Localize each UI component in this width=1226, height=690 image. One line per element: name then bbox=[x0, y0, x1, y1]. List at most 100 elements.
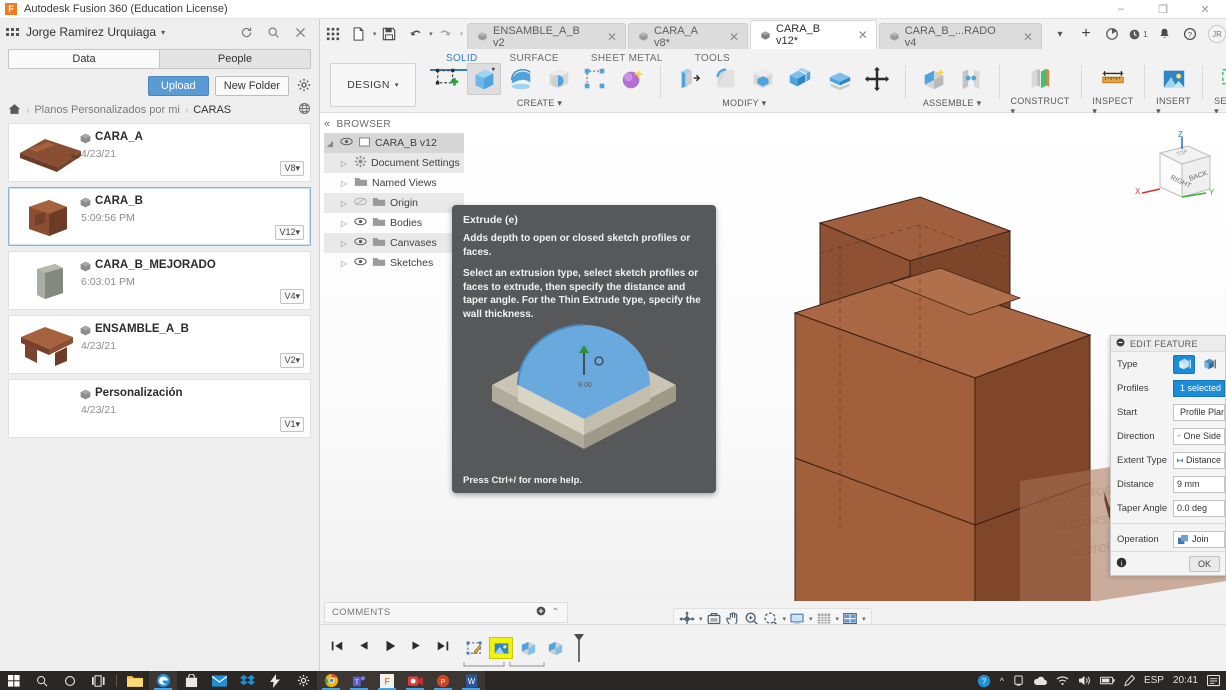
expand-arrow-icon[interactable]: ▷ bbox=[338, 179, 350, 188]
expand-arrow-icon[interactable]: ▷ bbox=[338, 219, 350, 228]
browser-row-sketches[interactable]: ▷ Sketches bbox=[324, 253, 464, 273]
pen-icon[interactable] bbox=[1124, 675, 1135, 687]
pattern-icon[interactable] bbox=[578, 63, 612, 95]
bell-icon[interactable] bbox=[1152, 22, 1176, 46]
expand-arrow-icon[interactable]: ▷ bbox=[338, 159, 350, 168]
expand-arrow-icon[interactable]: ▷ bbox=[338, 239, 350, 248]
fillet-icon[interactable] bbox=[709, 63, 743, 95]
save-icon[interactable] bbox=[376, 21, 402, 47]
action-center-icon[interactable] bbox=[1207, 675, 1220, 687]
help-icon[interactable]: ? bbox=[977, 674, 991, 688]
language-indicator[interactable]: ESP bbox=[1144, 675, 1164, 686]
notifications-icon[interactable]: 1 bbox=[1126, 22, 1150, 46]
timeline-feature-extrude-1[interactable] bbox=[516, 637, 540, 659]
revolve-icon[interactable] bbox=[504, 63, 538, 95]
browser-row-origin[interactable]: ▷ Origin bbox=[324, 193, 464, 213]
combine-icon[interactable] bbox=[783, 63, 817, 95]
mail-icon[interactable] bbox=[205, 671, 233, 690]
extent-type-dropdown[interactable]: Distance bbox=[1173, 452, 1225, 469]
tab-data[interactable]: Data bbox=[9, 50, 159, 68]
browser-root-row[interactable]: ◢ CARA_B v12 bbox=[324, 133, 464, 153]
collapse-icon[interactable] bbox=[1116, 338, 1125, 349]
onedrive-icon[interactable] bbox=[1033, 676, 1047, 686]
chevron-up-icon[interactable]: ^ bbox=[1000, 676, 1004, 686]
job-status-icon[interactable] bbox=[1100, 22, 1124, 46]
extrude-type-solid-icon[interactable] bbox=[1173, 355, 1195, 374]
visibility-icon[interactable] bbox=[354, 217, 368, 229]
app-grid-icon[interactable] bbox=[320, 21, 346, 47]
go-to-beginning-icon[interactable] bbox=[330, 639, 344, 658]
step-back-icon[interactable] bbox=[357, 639, 370, 657]
battery-icon[interactable] bbox=[1100, 676, 1115, 685]
search-icon[interactable] bbox=[267, 26, 280, 39]
close-icon[interactable]: ✕ bbox=[1023, 30, 1033, 44]
direction-dropdown[interactable]: One Side bbox=[1173, 428, 1225, 445]
move-copy-icon[interactable] bbox=[860, 63, 894, 95]
close-icon[interactable]: ✕ bbox=[858, 28, 868, 42]
chevron-down-icon[interactable]: ▾ bbox=[161, 28, 165, 37]
browser-row-named-views[interactable]: ▷ Named Views bbox=[324, 173, 464, 193]
chevron-down-icon[interactable]: ▾ bbox=[809, 615, 813, 623]
comments-bar[interactable]: COMMENTS ⌃ bbox=[324, 602, 568, 623]
breadcrumb-item-folder[interactable]: Planos Personalizados por mi bbox=[34, 104, 180, 116]
insert-image-icon[interactable] bbox=[1157, 63, 1191, 95]
undo-icon[interactable] bbox=[402, 21, 428, 47]
sweep-icon[interactable] bbox=[541, 63, 575, 95]
close-icon[interactable]: ✕ bbox=[607, 30, 617, 44]
browser-row-document-settings[interactable]: ▷ Document Settings bbox=[324, 153, 464, 173]
go-to-end-icon[interactable] bbox=[436, 639, 450, 658]
home-icon[interactable] bbox=[8, 103, 21, 118]
offset-face-icon[interactable] bbox=[823, 63, 857, 95]
device-icon[interactable] bbox=[1013, 675, 1024, 687]
chevron-down-icon[interactable]: ▾ bbox=[862, 615, 866, 623]
offset-plane-icon[interactable] bbox=[1023, 63, 1057, 95]
start-icon[interactable] bbox=[0, 671, 28, 690]
version-badge[interactable]: V4▾ bbox=[280, 289, 304, 304]
timeline-marker[interactable] bbox=[572, 632, 586, 664]
ok-button[interactable]: OK bbox=[1189, 556, 1220, 572]
workspace-selector[interactable]: DESIGN ▾ bbox=[330, 63, 416, 107]
expand-arrow-icon[interactable]: ▷ bbox=[338, 199, 350, 208]
3d-viewport[interactable]: VECTORSTOCK VECTORSTOCK VECTORSTOCK bbox=[320, 113, 1226, 601]
operation-dropdown[interactable]: Join bbox=[1173, 531, 1225, 548]
version-badge[interactable]: V1▾ bbox=[280, 417, 304, 432]
cortana-icon[interactable] bbox=[56, 671, 84, 690]
profiles-selection-field[interactable]: 1 selected bbox=[1173, 380, 1225, 397]
list-item[interactable]: ENSAMBLE_A_B 4/23/21 V2▾ bbox=[8, 315, 311, 374]
press-pull-icon[interactable] bbox=[672, 63, 706, 95]
new-folder-button[interactable]: New Folder bbox=[215, 76, 289, 96]
start-dropdown[interactable]: Profile Plane bbox=[1173, 404, 1225, 421]
refresh-icon[interactable] bbox=[240, 26, 253, 39]
list-item[interactable]: Personalización 4/23/21 V1▾ bbox=[8, 379, 311, 438]
chevron-down-icon[interactable]: ▾ bbox=[699, 615, 703, 623]
document-tab-active[interactable]: CARA_B v12* ✕ bbox=[750, 20, 877, 49]
list-item[interactable]: CARA_B 5:09:56 PM V12▾ bbox=[8, 187, 311, 246]
globe-icon[interactable] bbox=[298, 102, 311, 118]
browser-row-canvases[interactable]: ▷ Canvases bbox=[324, 233, 464, 253]
user-name[interactable]: Jorge Ramirez Urquiaga bbox=[26, 25, 156, 39]
word-icon[interactable]: W bbox=[457, 671, 485, 690]
volume-icon[interactable] bbox=[1078, 675, 1091, 686]
wifi-icon[interactable] bbox=[1056, 675, 1069, 686]
expand-arrow-icon[interactable]: ▷ bbox=[338, 259, 350, 268]
timeline-feature-extrude-2[interactable] bbox=[543, 637, 567, 659]
teams-icon[interactable]: T bbox=[345, 671, 373, 690]
list-item[interactable]: CARA_A 4/23/21 V8▾ bbox=[8, 123, 311, 182]
clock[interactable]: 20:41 bbox=[1173, 675, 1198, 686]
visibility-icon[interactable] bbox=[340, 137, 354, 149]
store-icon[interactable] bbox=[177, 671, 205, 690]
list-item[interactable]: CARA_B_MEJORADO 6:03:01 PM V4▾ bbox=[8, 251, 311, 310]
file-explorer-icon[interactable] bbox=[121, 671, 149, 690]
close-button[interactable]: ✕ bbox=[1184, 0, 1226, 19]
new-file-icon[interactable] bbox=[346, 21, 372, 47]
chevron-down-icon[interactable]: ▾ bbox=[836, 615, 840, 623]
visibility-icon[interactable] bbox=[354, 237, 368, 249]
extrude-type-thin-icon[interactable] bbox=[1198, 355, 1220, 374]
settings-icon[interactable] bbox=[289, 671, 317, 690]
document-tab[interactable]: CARA_B_...RADO v4 ✕ bbox=[879, 23, 1042, 49]
chevron-down-icon[interactable]: ▾ bbox=[1048, 22, 1072, 46]
chevron-down-icon[interactable]: ▾ bbox=[460, 30, 464, 38]
gear-icon[interactable] bbox=[297, 78, 311, 95]
browser-row-bodies[interactable]: ▷ Bodies bbox=[324, 213, 464, 233]
document-tab[interactable]: ENSAMBLE_A_B v2 ✕ bbox=[467, 23, 626, 49]
